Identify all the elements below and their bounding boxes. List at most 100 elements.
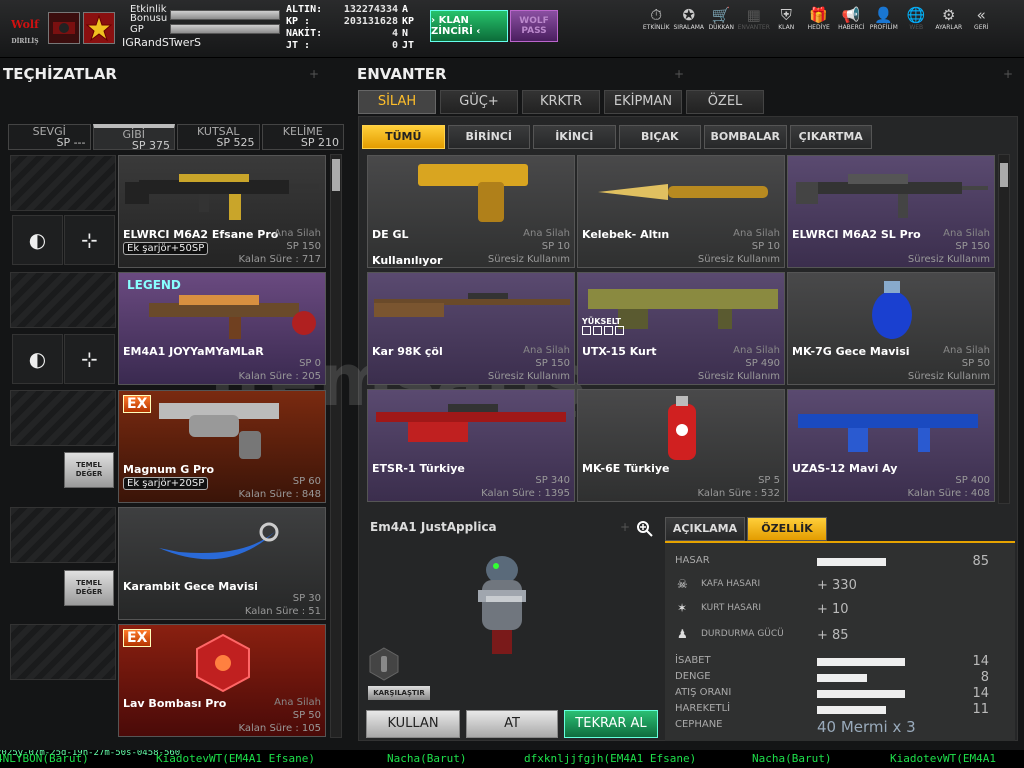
equipment-card[interactable]: LEGEND EM4A1 JOYYaMYaMLaR SP 0 Kalan Süre :… — [118, 272, 326, 385]
stat-bonus: + 330 — [817, 578, 857, 593]
plus-icon: + — [620, 520, 631, 534]
zoom-icon[interactable] — [636, 520, 654, 542]
item-time: Süresiz Kullanım — [907, 371, 990, 382]
sort-tab-3[interactable]: KELİME SP 210 — [261, 124, 344, 150]
nav-label: SIRALAMA — [673, 24, 704, 31]
item-category: Ana Silah — [943, 228, 990, 239]
stat-tab-1[interactable]: ÖZELLİK — [747, 517, 827, 541]
item-sp: SP 150 — [286, 241, 321, 252]
weapon-type-tab-1[interactable]: BİRİNCİ — [447, 125, 530, 149]
inventory-item[interactable]: YÜKSELT UTX-15 Kurt Ana Silah SP 490 Süresiz… — [577, 272, 785, 385]
ticker-entry: Nacha(Barut) — [752, 752, 832, 765]
nav-profi̇li̇m[interactable]: 👤 PROFİLİM — [868, 6, 901, 50]
crosshair-icon[interactable]: ⊹ — [64, 215, 115, 265]
player-avatar[interactable] — [48, 12, 80, 44]
nav-dükkan[interactable]: 🛒 DÜKKAN — [705, 6, 738, 50]
sort-tab-0[interactable]: SEVGİ SP --- — [8, 124, 91, 150]
stat-label: KAFA HASARI — [701, 579, 761, 589]
inventory-item[interactable]: ELWRCI M6A2 SL Pro Ana Silah SP 150 Süresiz… — [787, 155, 995, 268]
crosshair-icon[interactable]: ⊹ — [64, 334, 115, 384]
nav-haberci̇[interactable]: 📢 HABERCİ — [835, 6, 868, 50]
inventory-tab-0[interactable]: SİLAH — [358, 90, 436, 114]
equipment-slot[interactable] — [10, 624, 116, 680]
nav-ayarlar[interactable]: ⚙ AYARLAR — [933, 6, 966, 50]
wolf-icon: ✶ — [677, 601, 688, 615]
equipment-scrollbar[interactable] — [330, 154, 342, 738]
compare-icon[interactable] — [368, 646, 400, 682]
equipment-slot[interactable] — [10, 507, 116, 563]
inventory-scrollbar[interactable] — [998, 154, 1010, 504]
game-window: Wolf DİRİLİŞ Etkinlik Bonusu GP IGRandST… — [0, 0, 1024, 768]
stat-bar — [817, 674, 867, 682]
drop-button[interactable]: AT — [466, 710, 558, 738]
compare-button[interactable]: KARŞILAŞTIR — [368, 686, 430, 700]
nav-envanter[interactable]: ▦ ENVANTER — [738, 6, 771, 50]
weapon-type-tab-3[interactable]: BIÇAK — [618, 125, 701, 149]
nav-geri̇[interactable]: «GERİ — [965, 6, 998, 50]
item-category: Ana Silah — [274, 697, 321, 708]
weapon-type-tab-4[interactable]: BOMBALAR — [704, 125, 787, 149]
ticker-entry: KiadotevWT(EM4A1 Efsane) — [156, 752, 315, 765]
wolf-pass-button[interactable]: WOLF PASS — [510, 10, 558, 42]
equipment-slot[interactable] — [10, 390, 116, 446]
weapon-image — [368, 390, 574, 462]
sort-tab-2[interactable]: KUTSAL SP 525 — [177, 124, 260, 150]
reload-icon[interactable]: ◐ — [12, 215, 63, 265]
item-time: Süresiz Kullanım — [907, 254, 990, 265]
weapon-image — [368, 156, 574, 228]
inventory-item[interactable]: MK-6E Türkiye SP 5 Kalan Süre : 532 — [577, 389, 785, 502]
klan-chain-button[interactable]: › KLAN ZİNCİRİ ‹ — [430, 10, 508, 42]
inventory-tab-4[interactable]: ÖZEL — [686, 90, 764, 114]
stat-tab-0[interactable]: AÇIKLAMA — [665, 517, 745, 541]
nav-klan[interactable]: ⛨ KLAN — [770, 6, 803, 50]
nav-siralama[interactable]: ✪ SIRALAMA — [673, 6, 706, 50]
inventory-tab-3[interactable]: EKİPMAN — [604, 90, 682, 114]
inventory-tab-2[interactable]: KRKTR — [522, 90, 600, 114]
nav-etki̇nli̇k[interactable]: ⏱ ETKİNLİK — [640, 6, 673, 50]
stat-label: ATIŞ ORANI — [675, 687, 732, 698]
weapon-type-tab-0[interactable]: TÜMÜ — [362, 125, 445, 149]
sort-tab-1[interactable]: GİBİ SP 375 — [92, 124, 175, 151]
nav-hedi̇ye[interactable]: 🎁 HEDİYE — [803, 6, 836, 50]
equipment-slot[interactable] — [10, 155, 116, 211]
equipment-slot[interactable] — [10, 272, 116, 328]
bonus-bar — [170, 10, 280, 20]
stat-bar — [817, 558, 886, 566]
stat-row: CEPHANE 40 Mermi x 3 — [675, 718, 1005, 736]
currency-row: KP : 203131628 KP — [286, 16, 422, 28]
base-value-button[interactable]: TEMEL DEĞER — [64, 452, 114, 488]
inventory-item[interactable]: Kar 98K çöl Ana Silah SP 150 Süresiz Kullan… — [367, 272, 575, 385]
inventory-item[interactable]: MK-7G Gece Mavisi Ana Silah SP 50 Süresiz K… — [787, 272, 995, 385]
equipment-card[interactable]: Karambit Gece Mavisi SP 30 Kalan Süre : 51 — [118, 507, 326, 620]
inventory-item[interactable]: DE GL Ana Silah SP 10 Süresiz Kullanım Kulla… — [367, 155, 575, 268]
currency-label: ALTIN: — [286, 4, 323, 15]
base-value-button[interactable]: TEMEL DEĞER — [64, 570, 114, 606]
nav-label: GERİ — [974, 24, 989, 31]
stat-row: ♟ DURDURMA GÜCÜ + 85 — [675, 627, 1005, 643]
item-sp: SP 150 — [955, 241, 990, 252]
inventory-item[interactable]: UZAS-12 Mavi Ay SP 400 Kalan Süre : 408 — [787, 389, 995, 502]
stat-label: DURDURMA GÜCÜ — [701, 629, 784, 639]
weapon-type-tab-2[interactable]: İKİNCİ — [533, 125, 616, 149]
weapon-type-tab-5[interactable]: ÇIKARTMA — [789, 125, 872, 149]
inventory-item[interactable]: ETSR-1 Türkiye SP 340 Kalan Süre : 1395 — [367, 389, 575, 502]
ticker-entry: dfxknljjfgjh(EM4A1 Efsane) — [524, 752, 697, 765]
inventory-tab-1[interactable]: GÜÇ+ — [440, 90, 518, 114]
item-category: Ana Silah — [523, 228, 570, 239]
ticker-entry: Nacha(Barut) — [387, 752, 467, 765]
use-button[interactable]: KULLAN — [366, 710, 460, 738]
plus-icon: + — [674, 67, 685, 81]
equipment-card[interactable]: ELWRCI M6A2 Efsane Pro Ana Silah SP 150 Kal… — [118, 155, 326, 268]
equipment-title: TEÇHİZATLAR — [3, 65, 117, 83]
nav-web[interactable]: 🌐 WEB — [900, 6, 933, 50]
rank-badge-icon[interactable] — [83, 12, 115, 44]
inventory-item[interactable]: Kelebek- Altın Ana Silah SP 10 Süresiz Kull… — [577, 155, 785, 268]
megaphone-icon: 📢 — [841, 6, 861, 24]
item-sp: SP 0 — [299, 358, 321, 369]
rebuy-button[interactable]: TEKRAR AL — [564, 710, 658, 738]
shield-icon: ⛨ — [780, 6, 792, 24]
equipment-card[interactable]: EX Lav Bombası Pro Ana Silah SP 50 Kalan Sür… — [118, 624, 326, 737]
stat-bar — [817, 706, 886, 714]
equipment-card[interactable]: EX Magnum G Pro SP 60 Kalan Süre : 848 Ek şa… — [118, 390, 326, 503]
reload-icon[interactable]: ◐ — [12, 334, 63, 384]
